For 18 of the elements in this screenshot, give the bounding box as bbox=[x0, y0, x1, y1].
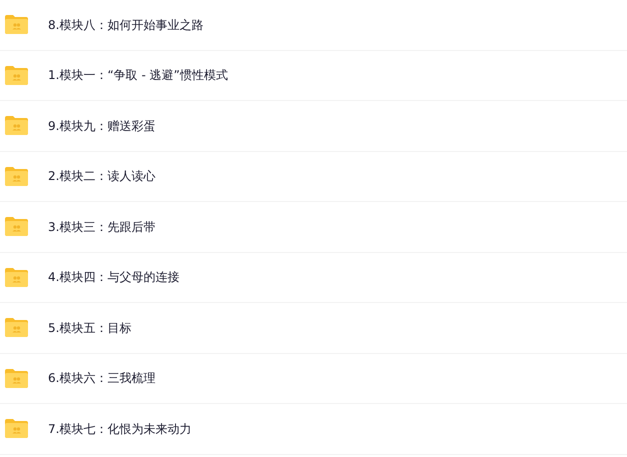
folder-icon bbox=[4, 64, 29, 86]
folder-name[interactable]: 1.模块一：“争取 - 逃避”惯性模式 bbox=[48, 66, 228, 84]
folder-name[interactable]: 7.模块七：化恨为未来动力 bbox=[48, 420, 192, 438]
folder-icon bbox=[4, 418, 29, 440]
folder-icon bbox=[4, 216, 29, 238]
folder-name[interactable]: 8.模块八：如何开始事业之路 bbox=[48, 16, 204, 34]
folder-icon bbox=[4, 266, 29, 288]
folder-icon bbox=[4, 115, 29, 136]
folder-name[interactable]: 6.模块六：三我梳理 bbox=[48, 369, 156, 388]
folder-icon bbox=[4, 368, 29, 389]
folder-name[interactable]: 5.模块五：目标 bbox=[48, 318, 132, 337]
folder-icon bbox=[4, 317, 29, 338]
folder-icon bbox=[4, 166, 29, 187]
folder-name[interactable]: 2.模块二：读人读心 bbox=[48, 167, 156, 186]
folder-name[interactable]: 3.模块三：先跟后带 bbox=[48, 218, 156, 236]
folder-name[interactable]: 9.模块九：赠送彩蛋 bbox=[48, 116, 156, 135]
folder-icon bbox=[4, 14, 29, 36]
folder-name[interactable]: 4.模块四：与父母的连接 bbox=[48, 268, 180, 286]
